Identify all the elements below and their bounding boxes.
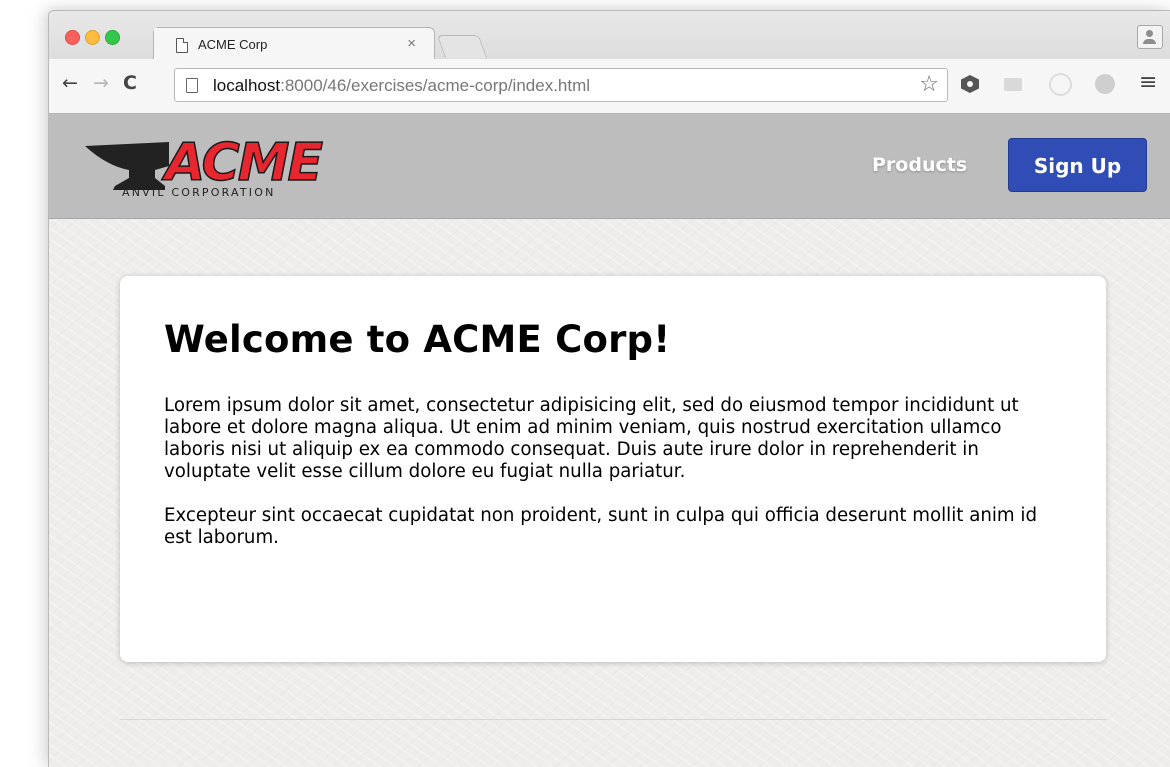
forward-arrow-icon[interactable]: → <box>93 73 109 93</box>
reload-icon[interactable]: C <box>123 73 137 93</box>
page-title: Welcome to ACME Corp! <box>164 318 671 361</box>
address-bar[interactable]: localhost:8000/46/exercises/acme-corp/in… <box>174 68 948 102</box>
sign-up-button[interactable]: Sign Up <box>1008 138 1147 192</box>
close-window-button[interactable] <box>65 30 80 45</box>
site-header: ACME ANVIL CORPORATION Products Sign Up <box>49 114 1170 219</box>
tab-title: ACME Corp <box>198 37 268 52</box>
bookmark-star-icon[interactable]: ☆ <box>919 72 939 97</box>
intro-paragraph: Lorem ipsum dolor sit amet, consectetur … <box>164 395 1019 482</box>
page-icon <box>176 38 188 53</box>
nav-products-link[interactable]: Products <box>872 154 967 176</box>
zoom-window-button[interactable] <box>105 30 120 45</box>
cast-icon[interactable] <box>1004 78 1022 91</box>
section-divider <box>120 719 1106 720</box>
extension-music-icon[interactable] <box>1095 74 1115 94</box>
logo-wordmark: ACME <box>161 134 323 193</box>
minimize-window-button[interactable] <box>85 30 100 45</box>
tab-strip: ACME Corp × <box>49 11 1170 61</box>
url-host: localhost <box>213 76 281 95</box>
browser-toolbar: ← → C localhost:8000/46/exercises/acme-c… <box>49 59 1170 114</box>
acme-logo[interactable]: ACME ANVIL CORPORATION <box>85 134 355 200</box>
url-text[interactable]: localhost:8000/46/exercises/acme-corp/in… <box>213 76 590 96</box>
url-path: :8000/46/exercises/acme-corp/index.html <box>280 76 591 95</box>
back-arrow-icon[interactable]: ← <box>62 73 78 93</box>
extension-hexagon-icon[interactable] <box>961 75 979 93</box>
welcome-card: Welcome to ACME Corp! Lorem ipsum dolor … <box>120 276 1106 662</box>
profile-icon[interactable] <box>1137 25 1163 49</box>
new-tab-button[interactable] <box>436 35 488 58</box>
logo-tagline: ANVIL CORPORATION <box>122 186 276 199</box>
tab-close-icon[interactable]: × <box>407 35 416 52</box>
extension-circle-icon[interactable] <box>1049 73 1072 96</box>
page-viewport: ACME ANVIL CORPORATION Products Sign Up … <box>49 114 1170 767</box>
menu-icon[interactable]: ≡ <box>1139 70 1157 95</box>
secondary-paragraph: Excepteur sint occaecat cupidatat non pr… <box>164 505 1038 548</box>
page-icon <box>186 78 198 93</box>
browser-window: ACME Corp × ← → C localhost:8000/46/exer… <box>48 10 1170 767</box>
tab-acme-corp[interactable]: ACME Corp × <box>153 27 435 61</box>
